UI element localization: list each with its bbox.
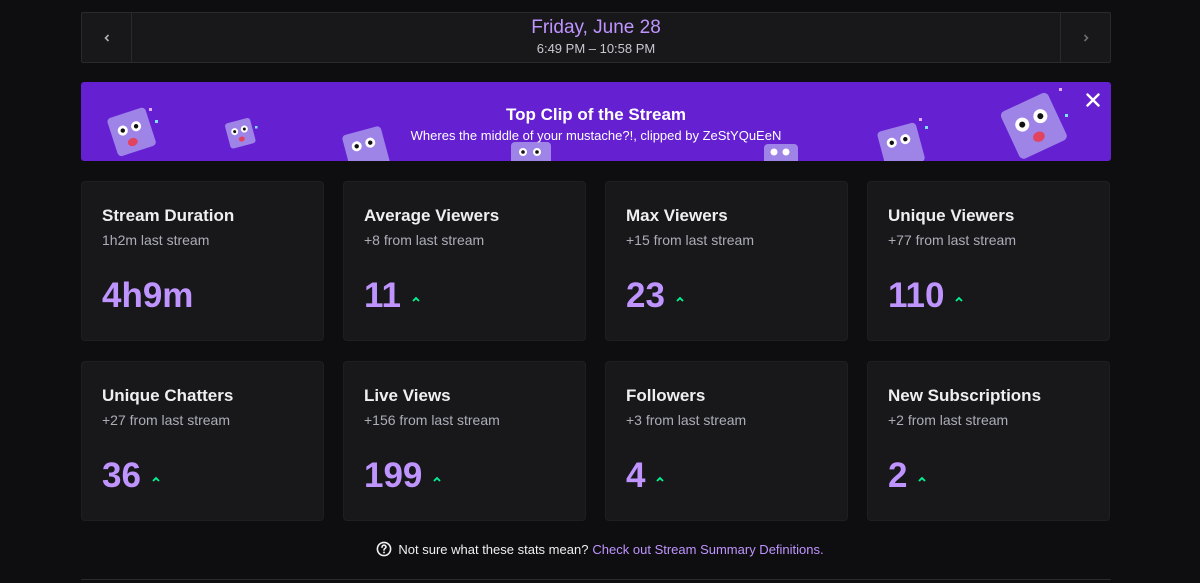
stat-card-max-viewers: Max Viewers +15 from last stream 23 — [605, 181, 848, 341]
clip-info[interactable]: Top Clip of the Stream Wheres the middle… — [81, 104, 1111, 144]
trend-up-icon — [676, 296, 684, 302]
divider — [81, 579, 1111, 580]
date-navigator: Friday, June 28 6:49 PM – 10:58 PM — [81, 12, 1111, 63]
trend-up-icon — [955, 296, 964, 302]
help-text: Not sure what these stats mean? — [398, 541, 589, 557]
stream-time-range: 6:49 PM – 10:58 PM — [536, 41, 656, 56]
stream-summary-definitions-link[interactable]: Check out Stream Summary Definitions. — [592, 542, 823, 557]
previous-stream-button[interactable] — [82, 13, 132, 62]
stat-card-followers: Followers +3 from last stream 4 — [605, 361, 848, 521]
stat-comparison: +15 from last stream — [626, 232, 754, 248]
stat-title: Live Views — [364, 386, 451, 405]
stat-comparison: +3 from last stream — [626, 412, 747, 428]
trend-up-icon — [152, 476, 160, 482]
stat-title: Average Viewers — [364, 206, 500, 225]
stat-card-stream-duration: Stream Duration 1h2m last stream 4h9m — [81, 181, 324, 341]
stat-card-live-views: Live Views +156 from last stream 199 — [343, 361, 586, 521]
clip-banner-subtitle: Wheres the middle of your mustache?!, cl… — [410, 128, 782, 143]
close-banner-button[interactable] — [1083, 90, 1103, 110]
stat-card-unique-viewers: Unique Viewers +77 from last stream 110 — [867, 181, 1110, 341]
stat-value: 36 — [102, 456, 141, 495]
stat-comparison: +8 from last stream — [364, 232, 485, 248]
stat-value: 2 — [888, 456, 908, 495]
stat-title: Max Viewers — [626, 206, 728, 225]
trend-up-icon — [656, 476, 665, 482]
stat-comparison: +27 from last stream — [102, 412, 230, 428]
stat-card-average-viewers: Average Viewers +8 from last stream 11 — [343, 181, 586, 341]
stat-value: 110 — [888, 276, 945, 315]
chevron-right-icon — [1083, 33, 1089, 42]
chevron-left-icon — [103, 33, 109, 42]
stat-value: 4 — [626, 456, 646, 495]
stat-comparison: 1h2m last stream — [102, 232, 210, 248]
trend-up-icon — [918, 476, 927, 482]
close-icon — [1086, 93, 1100, 107]
next-stream-button[interactable] — [1060, 13, 1110, 62]
stat-title: Followers — [626, 386, 706, 405]
stat-value: 4h9m — [102, 276, 194, 315]
clip-banner-title: Top Clip of the Stream — [505, 105, 687, 124]
stat-title: New Subscriptions — [888, 386, 1042, 405]
top-clip-banner[interactable]: Top Clip of the Stream Wheres the middle… — [81, 82, 1111, 161]
stat-title: Unique Viewers — [888, 206, 1015, 225]
trend-up-icon — [433, 476, 442, 482]
stat-comparison: +2 from last stream — [888, 412, 1009, 428]
stream-date: Friday, June 28 — [531, 17, 661, 38]
stats-help: Not sure what these stats mean? Check ou… — [0, 541, 1200, 557]
stat-title: Unique Chatters — [102, 386, 234, 405]
date-display: Friday, June 28 6:49 PM – 10:58 PM — [132, 13, 1060, 62]
stat-value: 11 — [364, 276, 401, 315]
stat-comparison: +77 from last stream — [888, 232, 1016, 248]
question-circle-icon — [376, 541, 392, 557]
stat-card-unique-chatters: Unique Chatters +27 from last stream 36 — [81, 361, 324, 521]
stat-value: 199 — [364, 456, 423, 495]
stat-comparison: +156 from last stream — [364, 412, 500, 428]
stat-value: 23 — [626, 276, 665, 315]
stat-title: Stream Duration — [102, 206, 235, 225]
trend-up-icon — [412, 296, 420, 302]
stat-card-new-subscriptions: New Subscriptions +2 from last stream 2 — [867, 361, 1110, 521]
